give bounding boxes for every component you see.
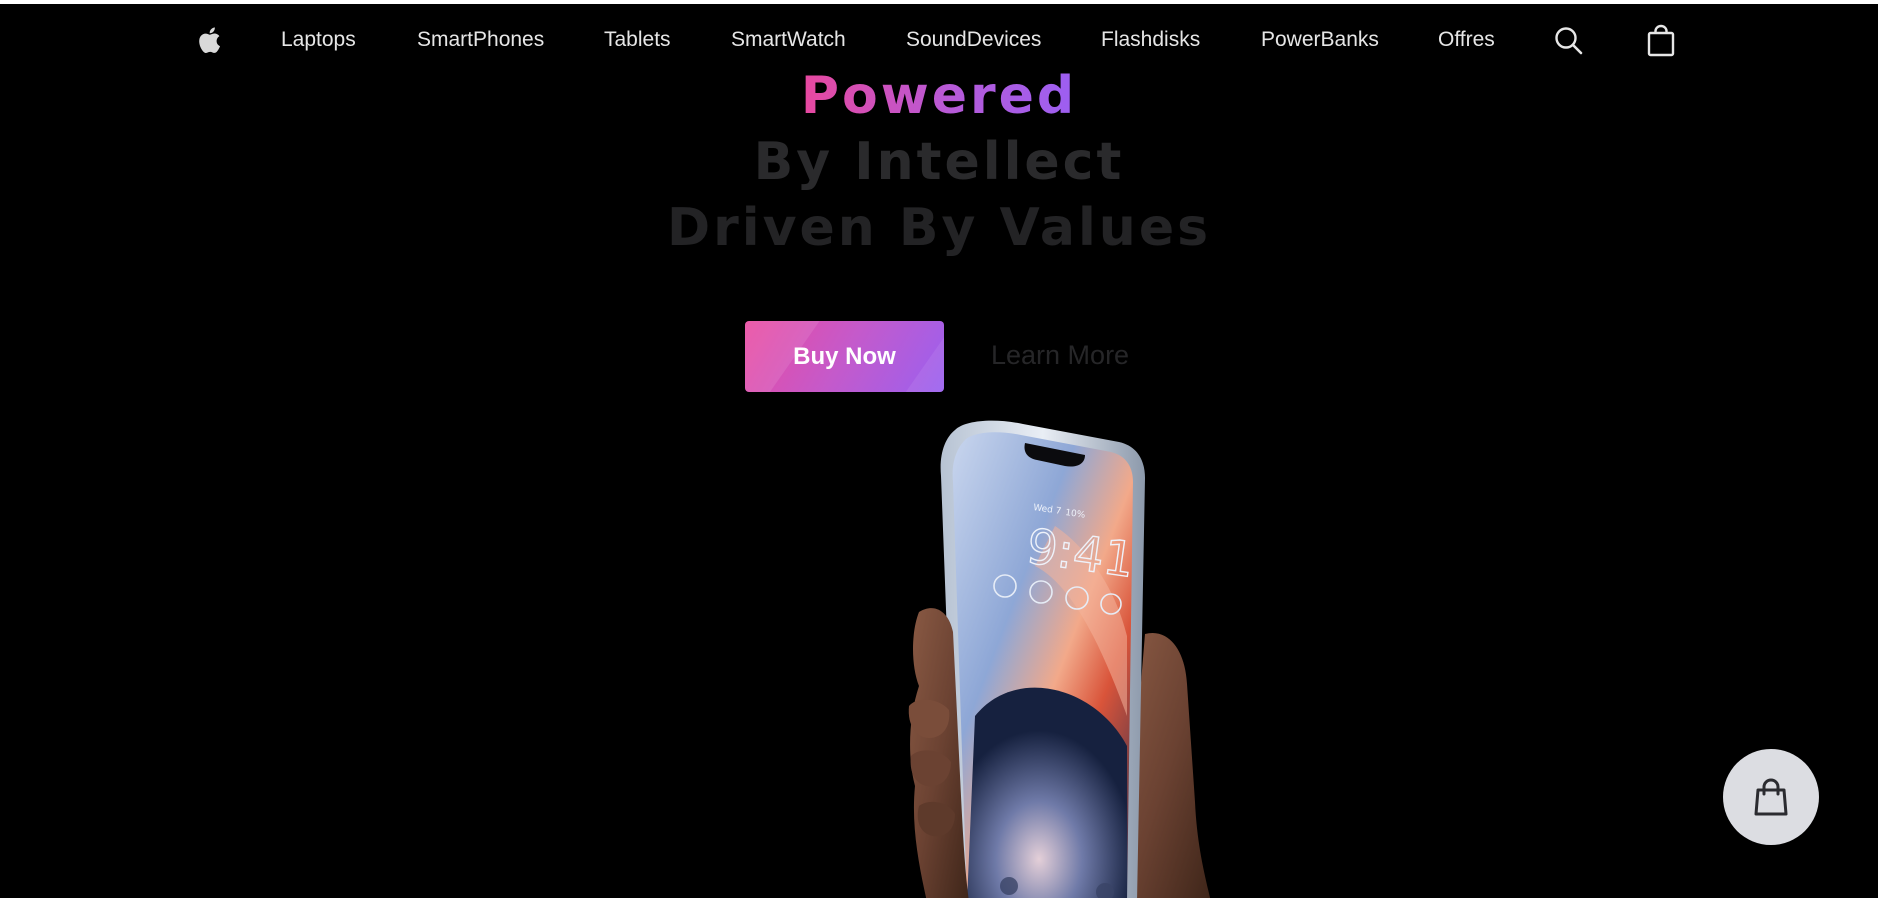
nav-link-smartphones[interactable]: SmartPhones: [417, 28, 544, 52]
hero-headline-intellect: By Intellect: [753, 132, 1125, 192]
hero-phone-image: Wed 7 10% 9:41: [905, 416, 1225, 898]
nav-link-powerbanks[interactable]: PowerBanks: [1261, 28, 1379, 52]
nav-link-tablets[interactable]: Tablets: [604, 28, 671, 52]
nav-link-sounddevices[interactable]: SoundDevices: [906, 28, 1041, 52]
nav-link-laptops[interactable]: Laptops: [281, 28, 356, 52]
shopping-bag-icon: [1754, 778, 1788, 816]
page: Laptops SmartPhones Tablets SmartWatch S…: [0, 0, 1878, 898]
buy-now-label: Buy Now: [793, 342, 896, 370]
shopping-bag-icon[interactable]: [1644, 24, 1678, 58]
hero-headline-values: Driven By Values: [666, 198, 1212, 258]
nav-link-offres[interactable]: Offres: [1438, 28, 1495, 52]
learn-more-link[interactable]: Learn More: [991, 340, 1129, 371]
nav-link-smartwatch[interactable]: SmartWatch: [731, 28, 846, 52]
nav-link-flashdisks[interactable]: Flashdisks: [1101, 28, 1200, 52]
hero-headline-powered: Powered: [0, 66, 1878, 126]
search-icon[interactable]: [1552, 24, 1586, 58]
floating-cart-button[interactable]: [1723, 749, 1819, 845]
apple-logo-icon[interactable]: [196, 24, 224, 56]
buy-now-button[interactable]: Buy Now: [745, 321, 944, 392]
hero-powered-text: Powered: [800, 66, 1078, 126]
